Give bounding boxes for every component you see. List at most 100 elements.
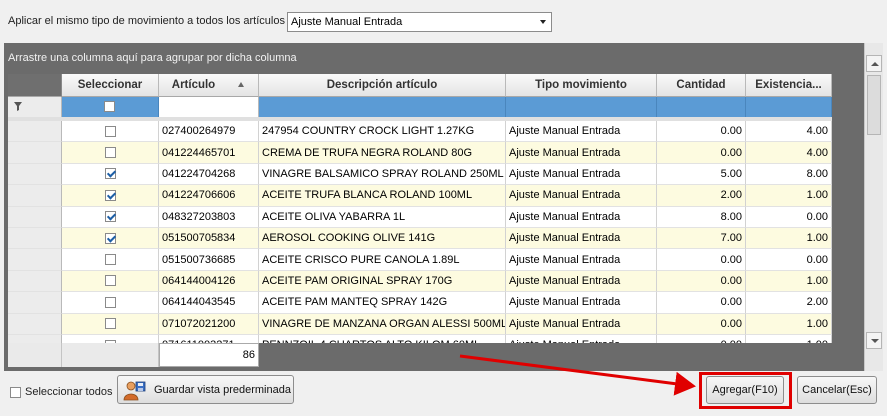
cell-cantidad[interactable]: 0.00: [657, 249, 746, 271]
cell-existencia[interactable]: 2.00: [746, 292, 832, 314]
column-header-descripcion[interactable]: Descripción artículo: [259, 74, 506, 97]
cell-tipo-movimiento[interactable]: Ajuste Manual Entrada: [506, 121, 657, 143]
table-row[interactable]: 027400264979 247954 COUNTRY CROCK LIGHT 1…: [8, 121, 832, 143]
table-row[interactable]: 071072021200 VINAGRE DE MANZANA ORGAN ALE…: [8, 313, 832, 335]
cell-existencia[interactable]: 1.00: [746, 334, 832, 343]
cell-descripcion[interactable]: AEROSOL COOKING OLIVE 141G: [259, 227, 506, 250]
cell-seleccionar[interactable]: [62, 142, 159, 164]
column-header-seleccionar[interactable]: Seleccionar: [62, 74, 159, 97]
scroll-thumb[interactable]: [867, 75, 881, 135]
cell-existencia[interactable]: 1.00: [746, 313, 832, 335]
cell-seleccionar[interactable]: [62, 121, 159, 143]
table-row[interactable]: 041224704268 VINAGRE BALSAMICO SPRAY ROLA…: [8, 163, 832, 186]
row-select-checkbox[interactable]: [104, 275, 116, 287]
cell-articulo[interactable]: 071611003271: [159, 334, 259, 343]
cell-cantidad[interactable]: 0.00: [657, 334, 746, 343]
cell-seleccionar[interactable]: [62, 163, 159, 186]
save-default-view-button[interactable]: Guardar vista prederminada: [117, 375, 294, 404]
cancel-button[interactable]: Cancelar(Esc): [797, 376, 877, 404]
cell-articulo[interactable]: 051500705834: [159, 227, 259, 250]
cell-cantidad[interactable]: 5.00: [657, 163, 746, 186]
row-select-checkbox[interactable]: [104, 211, 116, 223]
table-row[interactable]: 051500736685 ACEITE CRISCO PURE CANOLA 1.…: [8, 249, 832, 271]
row-indicator[interactable]: [8, 270, 62, 293]
cell-existencia[interactable]: 0.00: [746, 206, 832, 228]
cell-descripcion[interactable]: ACEITE CRISCO PURE CANOLA 1.89L: [259, 249, 506, 271]
table-row[interactable]: 071611003271PENNZOIL 4 CUARTOS ALTO KILO…: [8, 334, 832, 343]
cell-tipo-movimiento[interactable]: Ajuste Manual Entrada: [506, 249, 657, 271]
cell-seleccionar[interactable]: [62, 334, 159, 343]
filter-descripcion-input[interactable]: [259, 97, 506, 117]
row-indicator[interactable]: [8, 313, 62, 335]
cell-tipo-movimiento[interactable]: Ajuste Manual Entrada: [506, 334, 657, 343]
add-button[interactable]: Agregar(F10): [706, 376, 784, 404]
cell-cantidad[interactable]: 0.00: [657, 313, 746, 335]
filter-select-checkbox[interactable]: [104, 101, 115, 112]
cell-existencia[interactable]: 1.00: [746, 185, 832, 207]
cell-seleccionar[interactable]: [62, 270, 159, 293]
table-row[interactable]: 041224465701 CREMA DE TRUFA NEGRA ROLAND …: [8, 142, 832, 164]
cell-cantidad[interactable]: 0.00: [657, 142, 746, 164]
row-select-checkbox[interactable]: [104, 318, 116, 330]
cell-existencia[interactable]: 0.00: [746, 249, 832, 271]
cell-seleccionar[interactable]: [62, 206, 159, 228]
cell-cantidad[interactable]: 0.00: [657, 292, 746, 314]
cell-existencia[interactable]: 1.00: [746, 227, 832, 250]
row-select-checkbox[interactable]: [104, 254, 116, 266]
cell-seleccionar[interactable]: [62, 292, 159, 314]
filter-existencia-input[interactable]: [746, 97, 832, 117]
chevron-down-icon[interactable]: [540, 20, 546, 24]
scroll-up-button[interactable]: [866, 55, 882, 72]
cell-descripcion[interactable]: ACEITE PAM ORIGINAL SPRAY 170G: [259, 270, 506, 293]
row-indicator[interactable]: [8, 206, 62, 228]
cell-seleccionar[interactable]: [62, 185, 159, 207]
cell-descripcion[interactable]: ACEITE OLIVA YABARRA 1L: [259, 206, 506, 228]
cell-tipo-movimiento[interactable]: Ajuste Manual Entrada: [506, 142, 657, 164]
movement-type-combo[interactable]: Ajuste Manual Entrada: [287, 12, 552, 32]
column-header-existencia[interactable]: Existencia...: [746, 74, 832, 97]
table-row[interactable]: 041224706606 ACEITE TRUFA BLANCA ROLAND 1…: [8, 185, 832, 207]
cell-tipo-movimiento[interactable]: Ajuste Manual Entrada: [506, 270, 657, 293]
cell-articulo[interactable]: 071072021200: [159, 313, 259, 335]
cell-descripcion[interactable]: ACEITE PAM MANTEQ SPRAY 142G: [259, 292, 506, 314]
row-select-checkbox[interactable]: [104, 232, 116, 244]
filter-articulo-input[interactable]: [159, 97, 259, 117]
cell-articulo[interactable]: 064144004126: [159, 270, 259, 293]
row-select-checkbox[interactable]: [104, 168, 116, 180]
row-indicator[interactable]: [8, 292, 62, 314]
cell-descripcion[interactable]: PENNZOIL 4 CUARTOS ALTO KILOM 60ML: [259, 334, 506, 343]
column-header-tipo-movimiento[interactable]: Tipo movimiento: [506, 74, 657, 97]
select-all-checkbox[interactable]: [10, 386, 21, 398]
filter-seleccionar[interactable]: [62, 97, 159, 117]
scroll-down-button[interactable]: [866, 332, 882, 349]
row-indicator[interactable]: [8, 334, 62, 343]
row-select-checkbox[interactable]: [104, 189, 116, 201]
cell-articulo[interactable]: 041224465701: [159, 142, 259, 164]
cell-existencia[interactable]: 1.00: [746, 270, 832, 293]
cell-articulo[interactable]: 051500736685: [159, 249, 259, 271]
filter-cantidad-input[interactable]: [657, 97, 746, 117]
cell-tipo-movimiento[interactable]: Ajuste Manual Entrada: [506, 185, 657, 207]
cell-descripcion[interactable]: VINAGRE BALSAMICO SPRAY ROLAND 250ML: [259, 163, 506, 186]
cell-articulo[interactable]: 027400264979: [159, 121, 259, 143]
row-select-checkbox[interactable]: [104, 147, 116, 159]
table-row[interactable]: 051500705834 AEROSOL COOKING OLIVE 141G Aj…: [8, 227, 832, 250]
cell-articulo[interactable]: 064144043545: [159, 292, 259, 314]
row-indicator[interactable]: [8, 227, 62, 250]
cell-cantidad[interactable]: 8.00: [657, 206, 746, 228]
cell-seleccionar[interactable]: [62, 227, 159, 250]
cell-cantidad[interactable]: 2.00: [657, 185, 746, 207]
cell-existencia[interactable]: 4.00: [746, 142, 832, 164]
select-all-label[interactable]: Seleccionar todos: [25, 386, 112, 398]
cell-existencia[interactable]: 4.00: [746, 121, 832, 143]
cell-tipo-movimiento[interactable]: Ajuste Manual Entrada: [506, 163, 657, 186]
row-indicator[interactable]: [8, 121, 62, 143]
cell-tipo-movimiento[interactable]: Ajuste Manual Entrada: [506, 227, 657, 250]
row-indicator[interactable]: [8, 142, 62, 164]
cell-descripcion[interactable]: ACEITE TRUFA BLANCA ROLAND 100ML: [259, 185, 506, 207]
cell-articulo[interactable]: 041224706606: [159, 185, 259, 207]
row-indicator[interactable]: [8, 185, 62, 207]
cell-descripcion[interactable]: CREMA DE TRUFA NEGRA ROLAND 80G: [259, 142, 506, 164]
cell-descripcion[interactable]: 247954 COUNTRY CROCK LIGHT 1.27KG: [259, 121, 506, 143]
cell-tipo-movimiento[interactable]: Ajuste Manual Entrada: [506, 313, 657, 335]
